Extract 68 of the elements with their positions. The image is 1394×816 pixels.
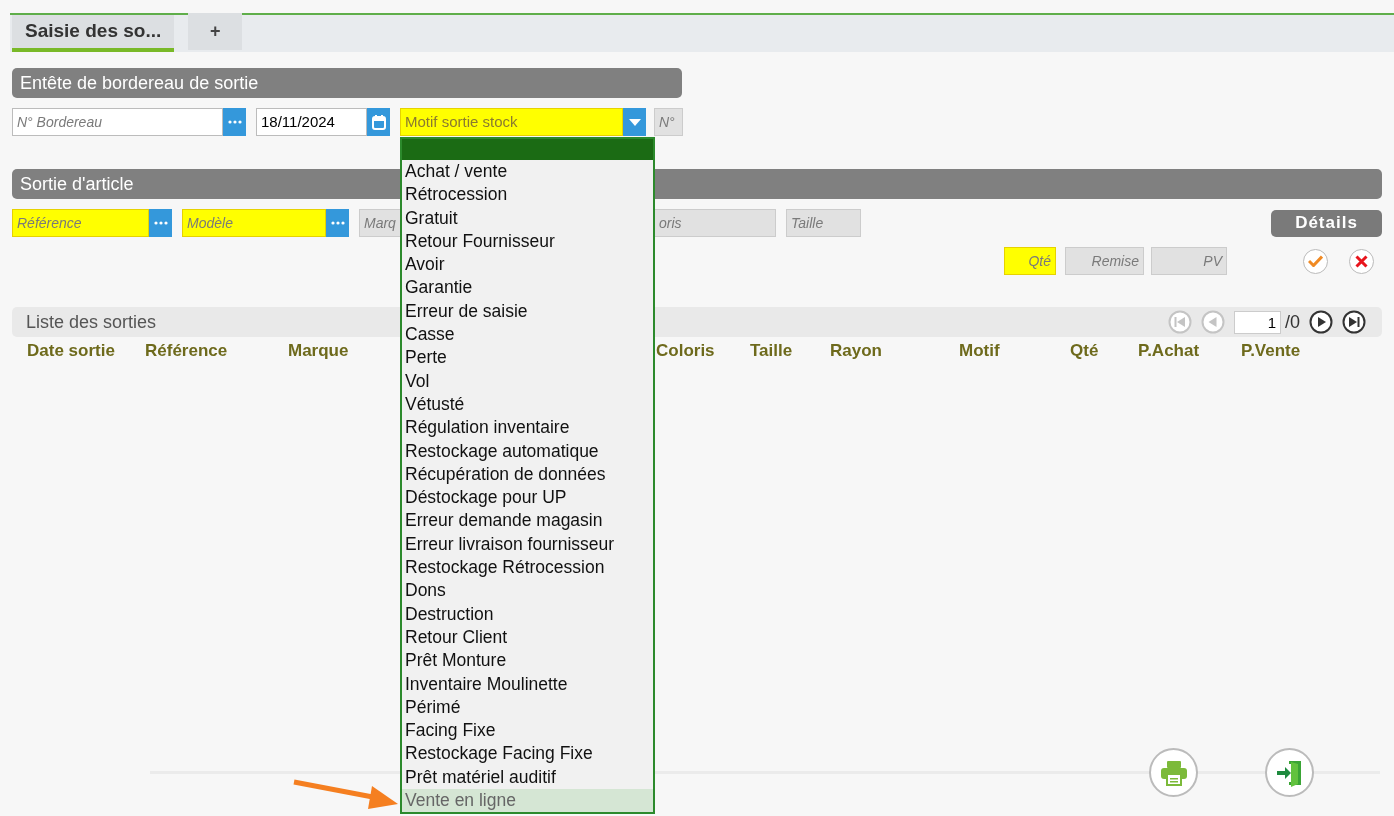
lookup-button[interactable] [223, 108, 246, 136]
pager-next-button[interactable] [1309, 310, 1333, 334]
column-header: Motif [959, 341, 1000, 360]
dropdown-option[interactable]: Erreur demande magasin [402, 509, 653, 533]
page-number-field[interactable]: 1 [1234, 310, 1281, 334]
dropdown-option[interactable]: Perte [402, 346, 653, 370]
select-field[interactable]: Motif sortie stock [400, 108, 623, 136]
column-header: P.Achat [1138, 341, 1200, 360]
dropdown-option[interactable]: Vente en ligne [402, 789, 653, 813]
more-dots-icon [227, 120, 242, 124]
dropdown-option[interactable]: Erreur livraison fournisseur [402, 532, 653, 557]
close-icon [1355, 254, 1368, 268]
caret-down-icon [628, 118, 641, 126]
dropdown-option[interactable]: Déstockage pour UP [402, 486, 653, 510]
dropdown-option[interactable]: Restockage Rétrocession [402, 556, 653, 580]
dropdown-option[interactable]: Dons [402, 579, 653, 603]
input-field[interactable]: N° Bordereau [12, 108, 223, 136]
dropdown-option[interactable]: Régulation inventaire [402, 416, 653, 440]
column-header: Référence [145, 341, 228, 360]
printer-icon [1159, 759, 1188, 786]
column-header: Qté [1070, 341, 1099, 360]
dropdown-option[interactable]: Garantie [402, 276, 653, 300]
input-field[interactable]: Qté [1004, 247, 1056, 275]
dropdown-option[interactable]: Retour Client [402, 625, 653, 650]
calendar-icon [371, 114, 386, 130]
pager-last-button[interactable] [1342, 310, 1366, 334]
more-dots-icon [330, 221, 345, 225]
dropdown-option[interactable]: Erreur de saisie [402, 299, 653, 324]
dropdown-option[interactable]: Casse [402, 323, 653, 347]
tab[interactable]: Saisie des so... [12, 15, 175, 52]
section-header: Entête de bordereau de sortie [12, 68, 682, 98]
exit-button[interactable] [1265, 748, 1314, 797]
checkmark-icon [1308, 255, 1323, 267]
cancel-button[interactable] [1349, 248, 1374, 274]
dropdown-option[interactable]: Facing Fixe [402, 719, 653, 743]
dropdown-option[interactable]: Récupération de données [402, 462, 653, 487]
list-title: Liste des sorties [26, 310, 157, 334]
dropdown-option[interactable]: Prêt Monture [402, 649, 653, 673]
details-button[interactable]: Détails [1271, 209, 1382, 237]
dropdown-option[interactable]: Prêt matériel auditif [402, 765, 653, 789]
input-field[interactable]: Référence [12, 209, 149, 237]
dropdown-button[interactable] [623, 108, 646, 136]
dropdown-option[interactable]: Avoir [402, 253, 653, 277]
tab[interactable]: + [188, 13, 243, 50]
dropdown-option[interactable]: Inventaire Moulinette [402, 672, 653, 696]
dropdown-option[interactable]: Restockage automatique [402, 439, 653, 463]
column-header: P.Vente [1241, 341, 1301, 360]
print-button[interactable] [1149, 748, 1198, 797]
confirm-button[interactable] [1303, 248, 1328, 274]
dropdown-option[interactable]: Gratuit [402, 206, 653, 230]
column-header: Taille [750, 341, 793, 360]
calendar-button[interactable] [367, 108, 390, 136]
input-field[interactable]: Modèle [182, 209, 326, 237]
dropdown-option[interactable]: Restockage Facing Fixe [402, 742, 653, 766]
dropdown-option[interactable]: Périmé [402, 695, 653, 720]
dropdown-option[interactable]: Destruction [402, 602, 653, 626]
column-header: Coloris [656, 341, 715, 360]
dropdown-option[interactable]: Retour Fournisseur [402, 229, 653, 254]
more-dots-icon [153, 221, 168, 225]
page-total: /0 [1285, 310, 1300, 334]
column-header: Marque [288, 341, 349, 360]
lookup-button[interactable] [149, 209, 172, 237]
input-field[interactable]: 18/11/2024 [256, 108, 367, 136]
lookup-button[interactable] [326, 209, 349, 237]
column-header: Date sortie [27, 341, 115, 360]
dropdown-option[interactable]: Vol [402, 369, 653, 393]
dropdown-option[interactable]: Vétusté [402, 392, 653, 417]
column-header: Rayon [830, 341, 882, 360]
